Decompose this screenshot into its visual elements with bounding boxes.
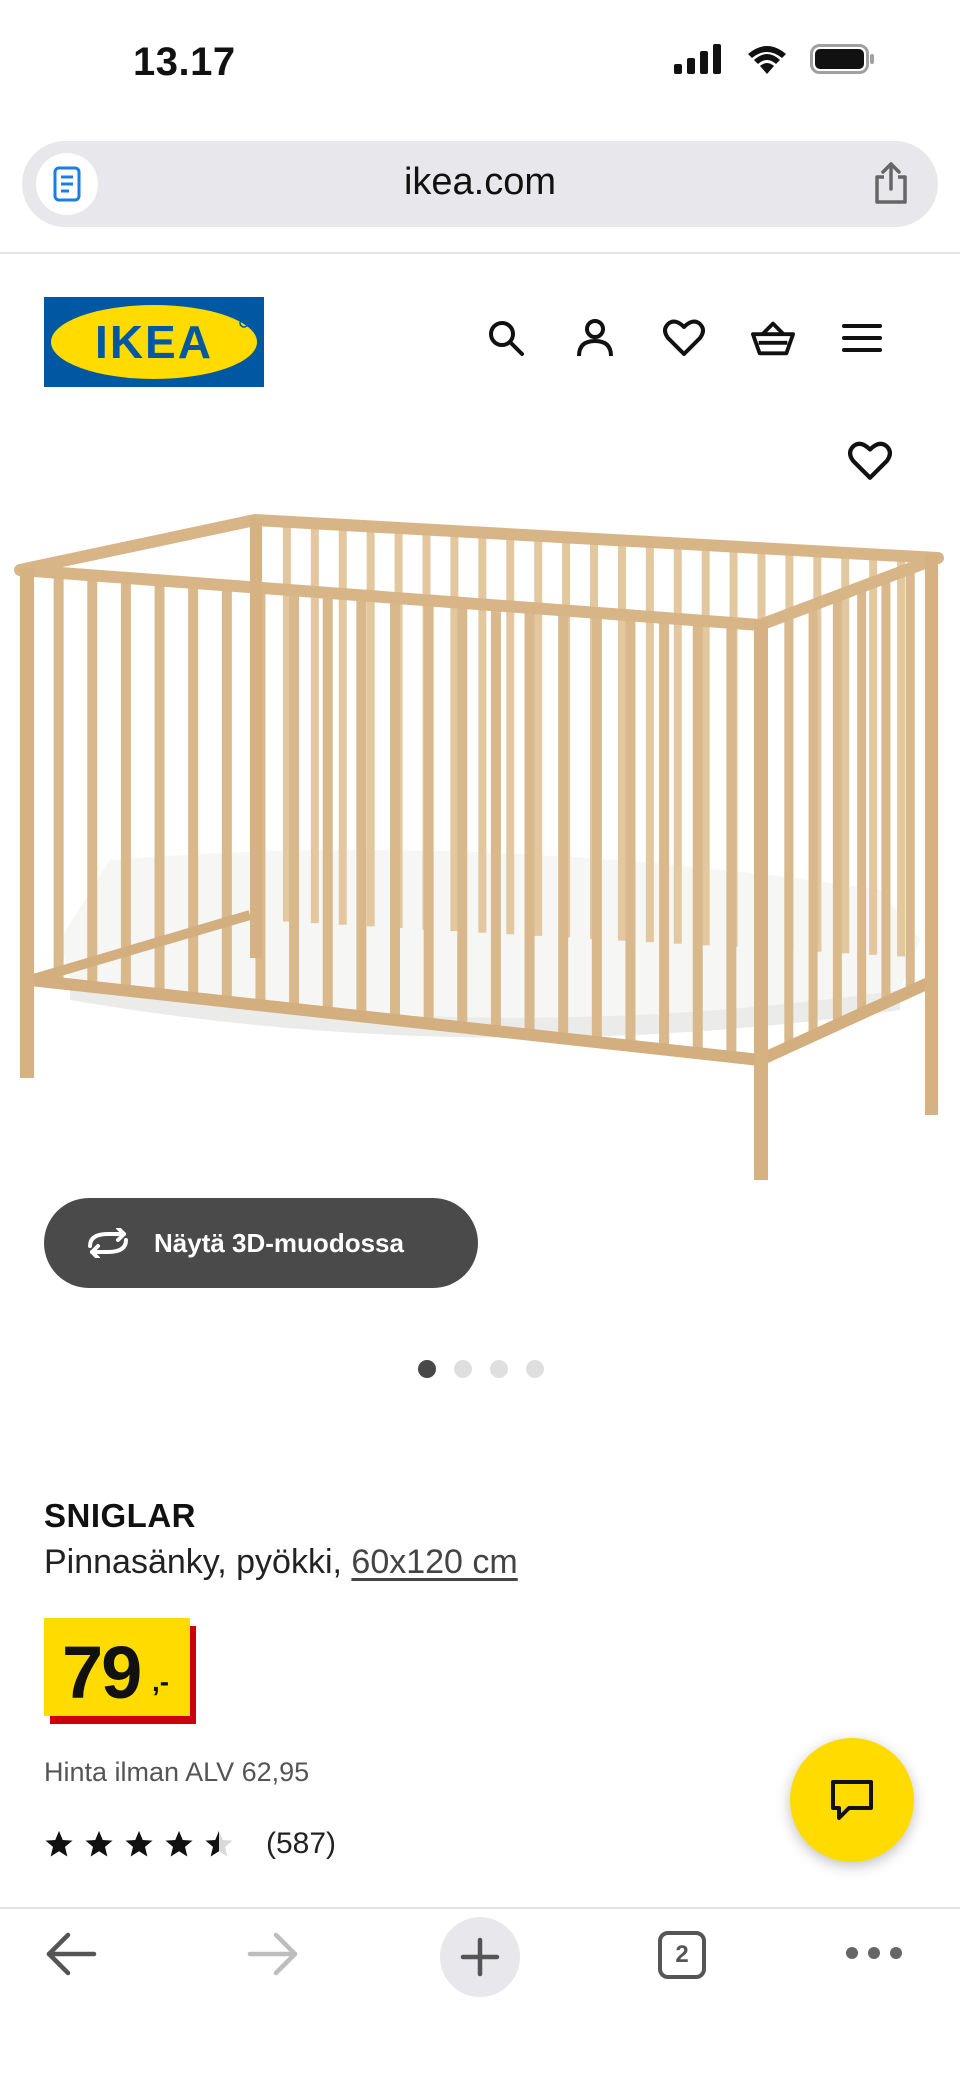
- carousel-dot[interactable]: [418, 1360, 436, 1378]
- tabs-button[interactable]: 2: [658, 1931, 706, 1979]
- header-icons: [484, 316, 884, 360]
- cellular-signal-icon: [674, 44, 721, 74]
- star-full-icon: [125, 1830, 153, 1857]
- chat-button[interactable]: [790, 1738, 914, 1862]
- account-button[interactable]: [573, 316, 617, 360]
- status-time: 13.17: [133, 40, 236, 84]
- more-menu-button[interactable]: [846, 1947, 902, 1959]
- star-full-icon: [165, 1830, 193, 1857]
- url-text[interactable]: ikea.com: [22, 161, 938, 204]
- menu-button[interactable]: [840, 316, 884, 360]
- search-icon: [489, 321, 524, 356]
- plus-icon: [460, 1937, 500, 1977]
- price-tag: 79 ,-: [44, 1618, 190, 1716]
- back-arrow-icon: [46, 1932, 97, 1976]
- product-name: SNIGLAR: [44, 1497, 196, 1534]
- product-rating[interactable]: (587): [44, 1827, 336, 1861]
- menu-icon: [842, 324, 882, 352]
- favorites-button[interactable]: [662, 316, 706, 360]
- address-bar[interactable]: ikea.com: [22, 141, 938, 227]
- share-icon: [875, 162, 907, 204]
- add-to-favorites-button[interactable]: [848, 440, 892, 484]
- view-3d-label: Näytä 3D-muodossa: [154, 1227, 404, 1258]
- battery-icon: [810, 44, 874, 74]
- more-dot: [846, 1947, 858, 1959]
- chat-icon: [831, 1780, 873, 1820]
- more-dot: [890, 1947, 902, 1959]
- product-description: Pinnasänky, pyökki, 60x120 cm: [44, 1543, 518, 1582]
- star-half-icon: [205, 1830, 233, 1857]
- carousel-dot[interactable]: [526, 1360, 544, 1378]
- product-size-link[interactable]: 60x120 cm: [351, 1543, 517, 1581]
- shopping-basket-button[interactable]: [751, 316, 795, 360]
- heart-icon: [848, 441, 892, 480]
- svg-text:IKEA: IKEA: [95, 316, 213, 368]
- price-excl-vat: Hinta ilman ALV 62,95: [44, 1757, 310, 1787]
- review-count[interactable]: (587): [266, 1827, 336, 1861]
- forward-button[interactable]: [246, 1929, 300, 1984]
- favorites-heart-icon: [663, 319, 705, 356]
- status-icons: [674, 44, 876, 74]
- view-3d-button[interactable]: Näytä 3D-muodossa: [44, 1198, 478, 1288]
- product-type: Pinnasänky, pyökki,: [44, 1543, 342, 1581]
- rotate-3d-icon: [88, 1228, 128, 1258]
- star-full-icon: [85, 1830, 113, 1857]
- search-button[interactable]: [484, 316, 528, 360]
- forward-arrow-icon: [247, 1932, 298, 1976]
- browser-divider: [0, 252, 960, 254]
- account-icon: [577, 319, 613, 357]
- browser-toolbar: 2: [0, 1909, 960, 2081]
- ikea-logo[interactable]: IKEA: [44, 297, 264, 387]
- new-tab-button[interactable]: [440, 1917, 520, 1997]
- product-image[interactable]: [0, 420, 960, 1195]
- price-suffix: ,-: [152, 1666, 170, 1697]
- image-carousel-dots[interactable]: [418, 1360, 544, 1378]
- carousel-dot[interactable]: [454, 1360, 472, 1378]
- shopping-basket-icon: [751, 321, 795, 356]
- wifi-icon: [748, 46, 786, 74]
- share-button[interactable]: [872, 161, 910, 210]
- back-button[interactable]: [44, 1929, 98, 1984]
- carousel-dot[interactable]: [490, 1360, 508, 1378]
- price-value: 79: [62, 1631, 142, 1714]
- star-full-icon: [45, 1830, 73, 1857]
- more-dot: [868, 1947, 880, 1959]
